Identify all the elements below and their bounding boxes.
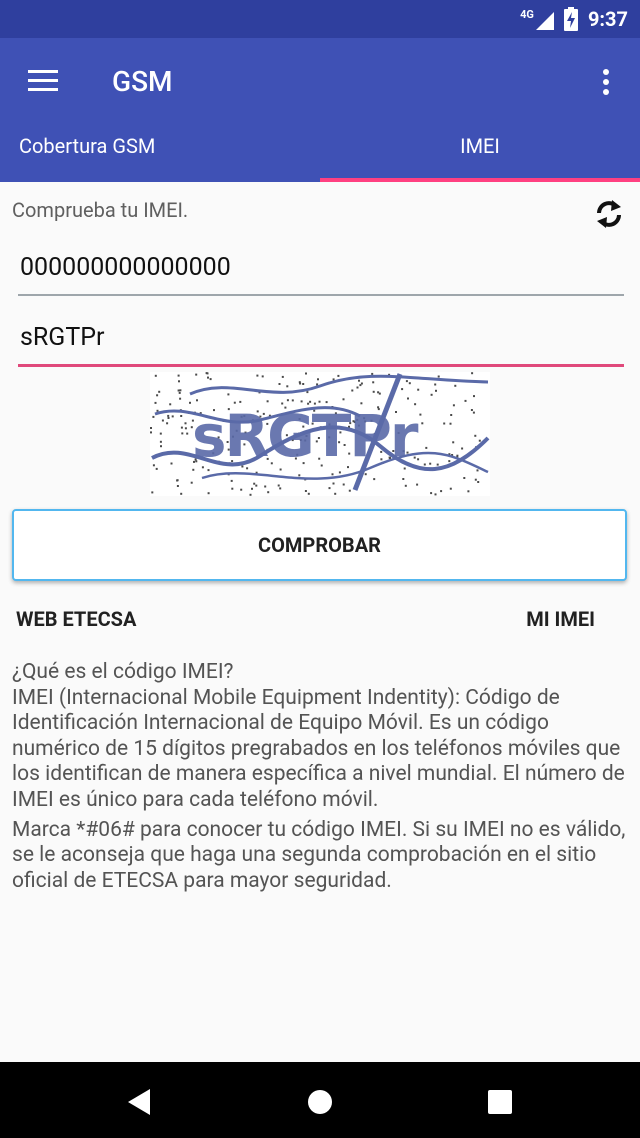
menu-icon: [28, 70, 58, 91]
tab-cobertura-gsm[interactable]: Cobertura GSM: [0, 110, 320, 182]
signal-icon: [535, 11, 554, 30]
check-button[interactable]: COMPROBAR: [12, 509, 627, 581]
tab-imei[interactable]: IMEI: [320, 110, 640, 182]
refresh-icon: [597, 200, 621, 228]
battery-charging-icon: [563, 7, 578, 31]
network-type-label: 4G: [520, 7, 534, 21]
tab-label: Cobertura GSM: [19, 134, 156, 158]
app-title: GSM: [112, 65, 173, 98]
recents-button[interactable]: [482, 1084, 518, 1120]
status-icons: 4G 9:37: [520, 6, 628, 32]
description-paragraph: Marca *#06# para conocer tu código IMEI.…: [12, 817, 626, 893]
home-button[interactable]: [302, 1084, 338, 1120]
network-indicator: 4G: [520, 9, 554, 30]
imei-input[interactable]: [18, 244, 624, 296]
app-bar: GSM Cobertura GSM IMEI: [0, 38, 640, 182]
my-imei-link[interactable]: MI IMEI: [526, 607, 595, 631]
overflow-menu-button[interactable]: [586, 58, 626, 106]
back-icon: [128, 1089, 150, 1115]
tab-label: IMEI: [460, 134, 500, 158]
hint-text: Comprueba tu IMEI.: [12, 198, 189, 222]
more-vert-icon: [603, 69, 609, 95]
description-question: ¿Qué es el código IMEI?: [12, 660, 234, 684]
back-button[interactable]: [122, 1084, 158, 1120]
imei-description: ¿Qué es el código IMEI? IMEI (Internacio…: [12, 660, 632, 898]
menu-button[interactable]: [18, 56, 68, 106]
captcha-image: sRGTPr: [150, 372, 490, 496]
tab-indicator: [320, 178, 640, 182]
web-etecsa-link[interactable]: WEB ETECSA: [16, 607, 136, 631]
refresh-captcha-button[interactable]: [589, 194, 629, 234]
home-icon: [308, 1090, 332, 1114]
recents-icon: [488, 1090, 512, 1114]
tab-bar: Cobertura GSM IMEI: [0, 110, 640, 182]
captcha-input[interactable]: [18, 314, 624, 367]
navigation-bar: [0, 1062, 640, 1138]
clock: 9:37: [587, 7, 628, 31]
status-bar: 4G 9:37: [0, 0, 640, 38]
description-paragraph: IMEI (Internacional Mobile Equipment Ind…: [12, 685, 625, 812]
captcha-text: sRGTPr: [192, 402, 419, 470]
